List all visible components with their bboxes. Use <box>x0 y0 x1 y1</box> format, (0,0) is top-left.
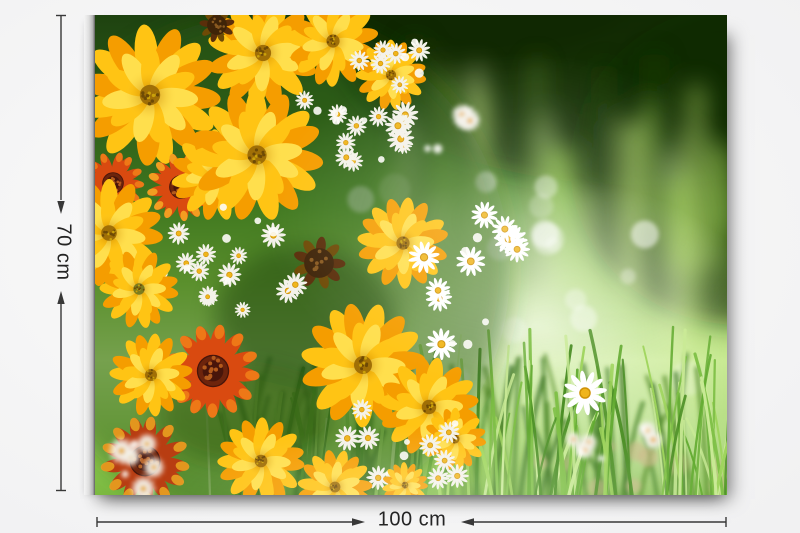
arrow-right-icon <box>352 518 365 525</box>
product-dimension-view: 70 cm 100 cm <box>0 0 800 533</box>
flower-meadow-artwork <box>95 15 727 495</box>
arrow-left-icon <box>461 518 474 525</box>
width-label: 100 cm <box>378 509 447 532</box>
canvas-print-product <box>84 15 727 495</box>
canvas-side-edge <box>84 15 95 495</box>
height-label: 70 cm <box>52 224 75 281</box>
arrow-up-icon <box>57 291 64 304</box>
arrow-down-icon <box>57 201 64 214</box>
